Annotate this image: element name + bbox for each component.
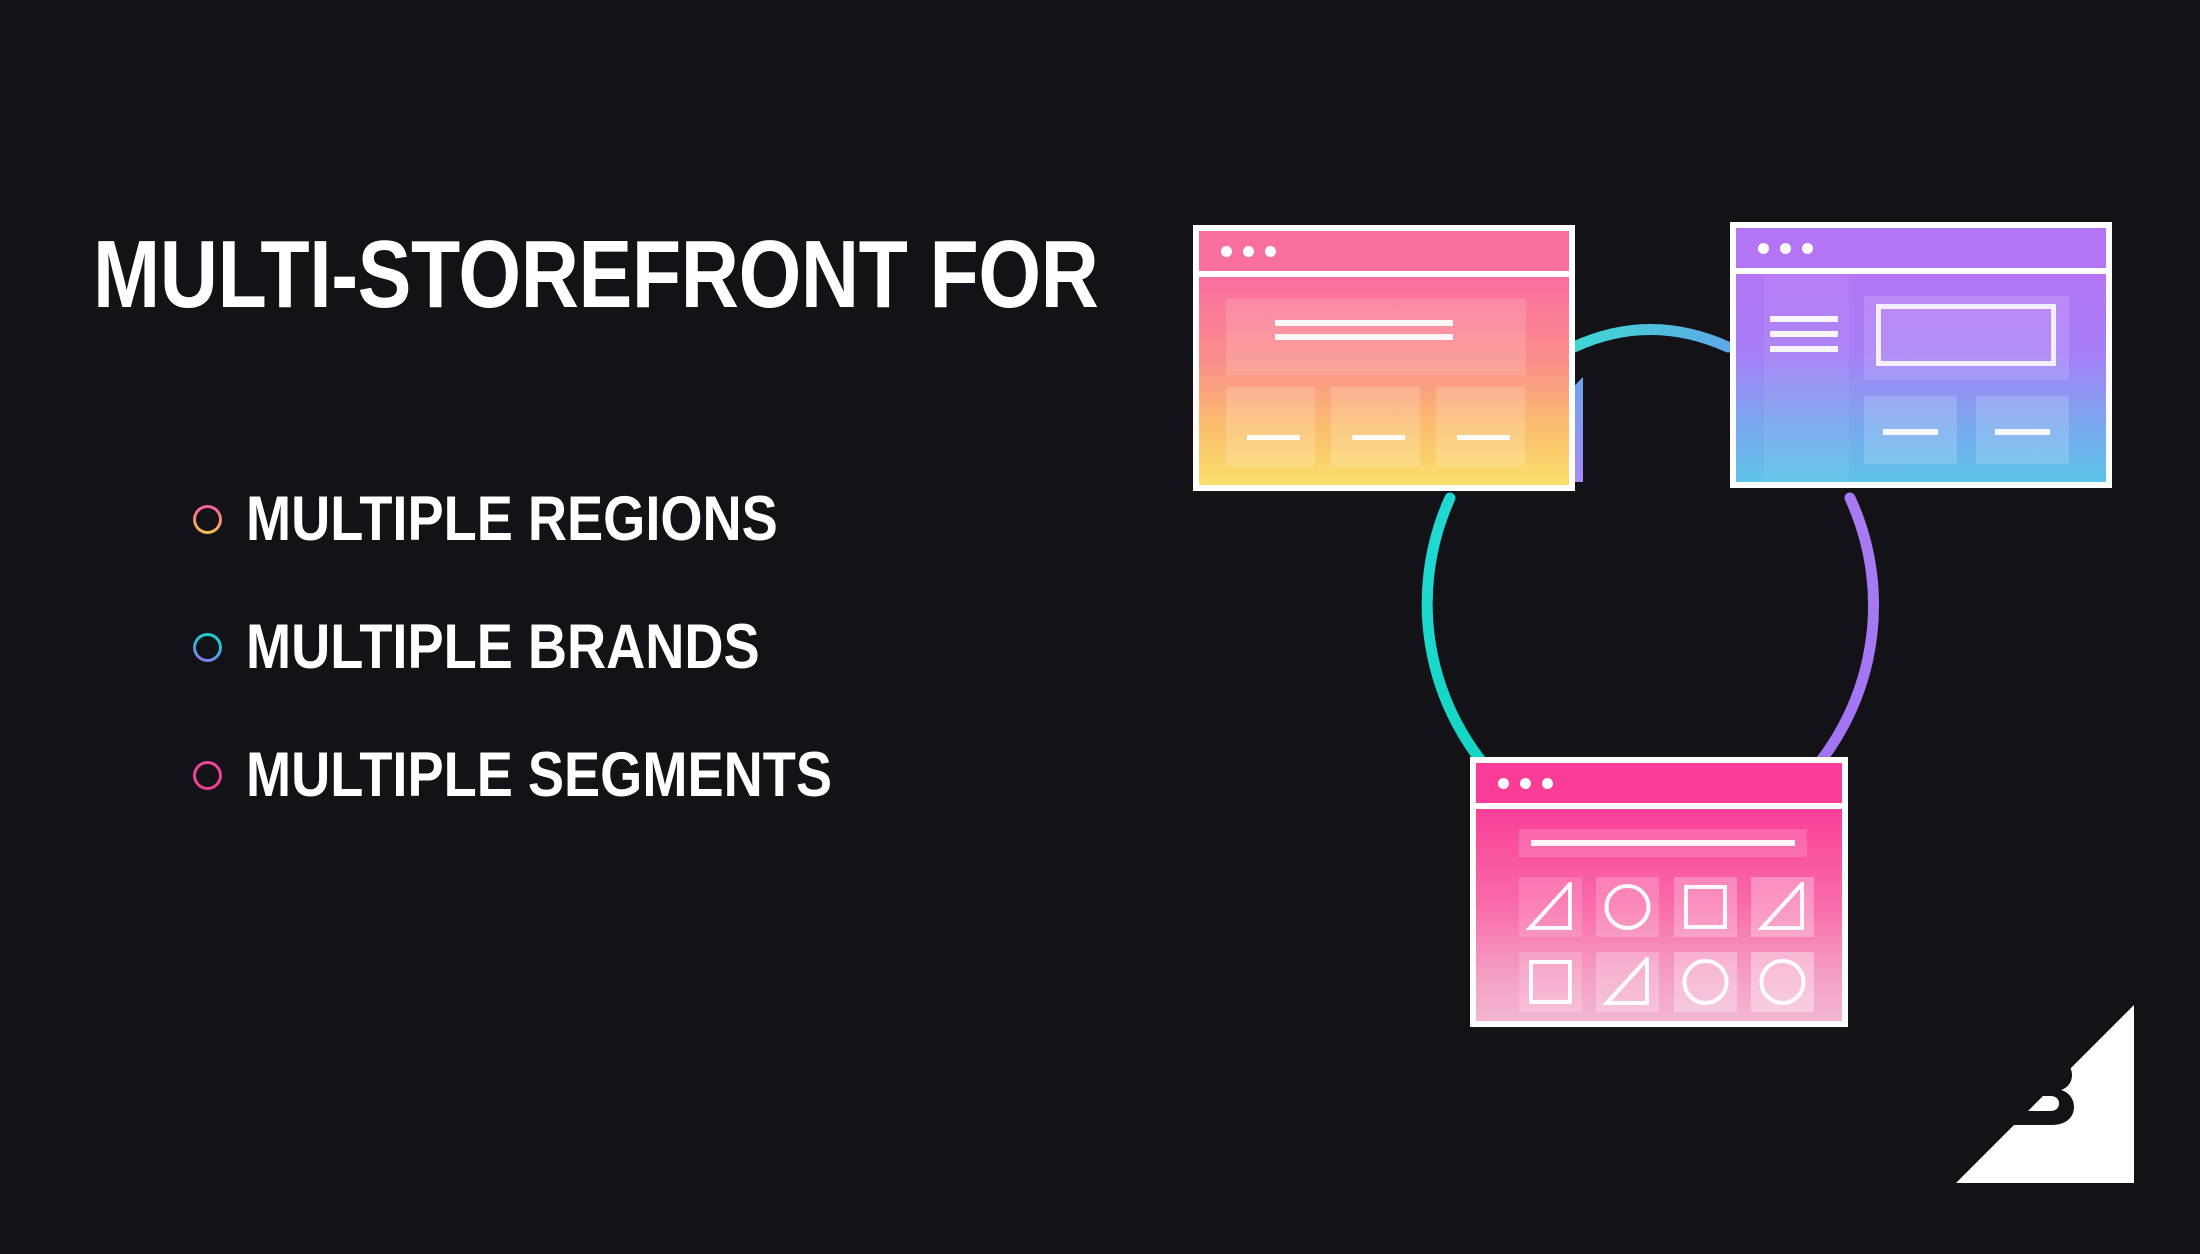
feature-list: MULTIPLE REGIONS MULTIPLE BRANDS MULTIPL… [193,455,1093,839]
circle-icon [1682,959,1729,1005]
circle-outline-icon [193,760,222,790]
nav-line [1770,331,1838,337]
nav-line [1770,316,1838,322]
window-titlebar [1736,228,2106,268]
window-dot-icon [1780,242,1791,254]
product-card-line [1352,435,1405,440]
list-item-label: MULTIPLE REGIONS [246,483,778,554]
window-dot-icon [1802,242,1813,254]
square-icon [1684,885,1727,929]
ring-arc-right [1780,492,1879,804]
list-item: MULTIPLE BRANDS [193,583,1093,711]
square-icon [1529,960,1572,1004]
multi-storefront-illustration [1150,180,2112,1080]
content-card-line [1883,429,1938,435]
ring-arc-left [1421,492,1518,800]
window-titlebar [1199,231,1569,271]
ring-arc-top [1568,324,1734,353]
window-content [1476,809,1842,1021]
list-item-label: MULTIPLE BRANDS [246,611,760,682]
triangle-icon [1758,882,1804,930]
circle-icon [1604,884,1651,930]
media-frame [1876,304,2056,366]
window-dot-icon [1498,777,1509,789]
storefront-window-brands[interactable] [1730,222,2112,488]
circle-icon [1759,959,1806,1005]
product-card [1436,387,1525,467]
window-content [1736,274,2106,482]
product-card-line [1457,435,1510,440]
list-item: MULTIPLE SEGMENTS [193,711,1093,839]
product-card [1226,387,1315,467]
window-dot-icon [1221,245,1232,257]
storefront-window-segments[interactable] [1470,757,1848,1027]
product-card [1331,387,1420,467]
circle-outline-icon [193,632,222,662]
circle-outline-icon [193,504,222,534]
bigcommerce-logo [1956,1005,2134,1183]
window-dot-icon [1758,242,1769,254]
triangle-icon [1526,882,1572,930]
hero-line [1275,334,1453,340]
slide-canvas: MULTI-STOREFRONT FOR MULTIPLE REGIONS MU… [0,0,2200,1254]
storefront-window-regions[interactable] [1193,225,1575,491]
content-card-line [1995,429,2050,435]
list-item: MULTIPLE REGIONS [193,455,1093,583]
window-content [1199,277,1569,485]
window-dot-icon [1243,245,1254,257]
headline-block: MULTI-STOREFRONT FOR [93,221,1113,328]
window-dot-icon [1265,245,1276,257]
nav-line [1770,346,1838,352]
triangle-icon [1603,957,1649,1005]
window-dot-icon [1520,777,1531,789]
search-placeholder-line [1531,840,1795,846]
window-titlebar [1476,763,1842,803]
sidebar-panel [1764,274,1849,482]
product-card-line [1247,435,1300,440]
list-item-label: MULTIPLE SEGMENTS [246,739,832,810]
page-title: MULTI-STOREFRONT FOR [93,221,1099,328]
window-dot-icon [1542,777,1553,789]
hero-line [1275,320,1453,326]
